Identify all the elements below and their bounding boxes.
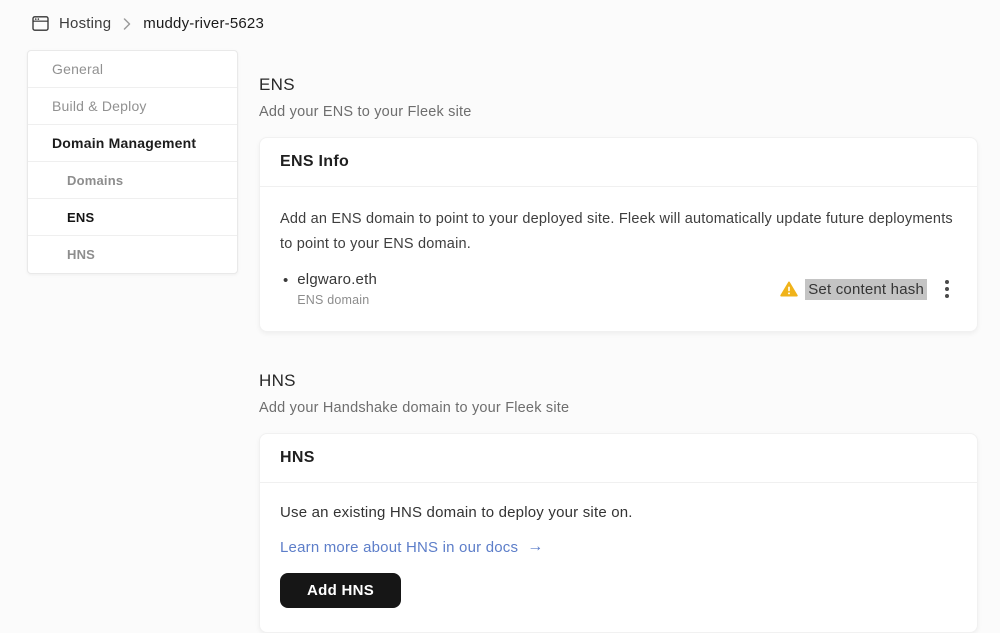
sidebar-item-domains[interactable]: Domains xyxy=(28,162,237,199)
set-content-hash-label: Set content hash xyxy=(805,279,927,300)
ens-section-subtitle: Add your ENS to your Fleek site xyxy=(259,103,978,122)
sidebar-item-ens[interactable]: ENS xyxy=(28,199,237,236)
ens-domain-row: • elgwaro.eth ENS domain xyxy=(280,271,957,307)
hns-card-title: HNS xyxy=(260,434,977,483)
chevron-right-icon xyxy=(123,18,131,30)
ens-domain-info: • elgwaro.eth ENS domain xyxy=(280,271,377,307)
ens-domain-type-label: ENS domain xyxy=(297,293,377,307)
sidebar-item-build-deploy[interactable]: Build & Deploy xyxy=(28,88,237,125)
main-content: ENS Add your ENS to your Fleek site ENS … xyxy=(259,50,978,633)
hns-docs-link[interactable]: Learn more about HNS in our docs → xyxy=(280,538,543,556)
ens-info-card-body: Add an ENS domain to point to your deplo… xyxy=(260,187,977,331)
settings-sidebar: General Build & Deploy Domain Management… xyxy=(27,50,238,274)
hns-section-title: HNS xyxy=(259,370,978,392)
sidebar-item-general[interactable]: General xyxy=(28,51,237,88)
hns-description: Use an existing HNS domain to deploy you… xyxy=(280,503,957,522)
kebab-dot xyxy=(945,287,949,291)
hns-section-subtitle: Add your Handshake domain to your Fleek … xyxy=(259,399,978,418)
add-hns-button[interactable]: Add HNS xyxy=(280,573,401,608)
hns-card-body: Use an existing HNS domain to deploy you… xyxy=(260,483,977,632)
hosting-window-icon xyxy=(32,16,49,31)
ens-section-title: ENS xyxy=(259,74,978,96)
ens-description: Add an ENS domain to point to your deplo… xyxy=(280,207,957,257)
sidebar-item-domain-management[interactable]: Domain Management xyxy=(28,125,237,162)
page-layout: General Build & Deploy Domain Management… xyxy=(0,50,1000,633)
kebab-dot xyxy=(945,280,949,284)
domain-options-menu-button[interactable] xyxy=(937,275,957,303)
breadcrumb: Hosting muddy-river-5623 xyxy=(0,0,1000,34)
ens-domain-name: elgwaro.eth xyxy=(297,271,377,289)
ens-domain-status: Set content hash xyxy=(780,275,957,303)
arrow-right-icon: → xyxy=(527,538,543,556)
hns-docs-link-label: Learn more about HNS in our docs xyxy=(280,539,518,556)
kebab-dot xyxy=(945,294,949,298)
sidebar-item-hns[interactable]: HNS xyxy=(28,236,237,273)
bullet-icon: • xyxy=(283,272,288,307)
hns-card: HNS Use an existing HNS domain to deploy… xyxy=(259,433,978,633)
warning-icon xyxy=(780,281,798,297)
ens-info-card: ENS Info Add an ENS domain to point to y… xyxy=(259,137,978,332)
ens-info-card-title: ENS Info xyxy=(260,138,977,187)
breadcrumb-hosting-link[interactable]: Hosting xyxy=(59,15,111,32)
breadcrumb-site-name[interactable]: muddy-river-5623 xyxy=(143,15,264,32)
